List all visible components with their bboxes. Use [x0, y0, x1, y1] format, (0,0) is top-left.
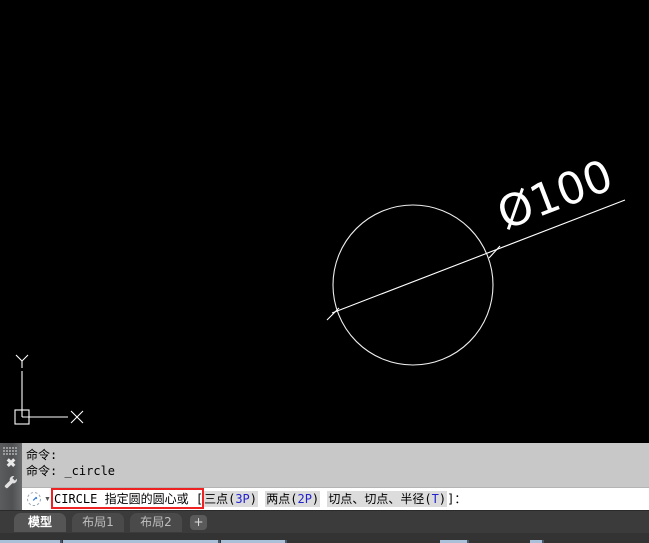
- dimension-tick-start: [326, 307, 340, 321]
- drawing-geometry: Ø100: [14, 150, 626, 425]
- ucs-y-label: [15, 354, 29, 368]
- close-icon[interactable]: ✖: [0, 456, 22, 470]
- add-layout-button[interactable]: +: [190, 515, 207, 530]
- circle-entity[interactable]: [332, 204, 494, 366]
- command-window-body[interactable]: 命令: 命令: _circle ▼ CIRCLE 指定圆的圆心或 [三点(3P)…: [22, 443, 649, 510]
- command-history-line: 命令:: [26, 448, 58, 462]
- status-bar[interactable]: [0, 533, 649, 543]
- command-option-ttr[interactable]: 切点、切点、半径(T): [327, 491, 448, 507]
- layout-tab-bar[interactable]: 模型 布局1 布局2 +: [0, 510, 649, 534]
- ucs-icon: [14, 354, 84, 425]
- command-prompt-label: 指定圆的圆心或: [104, 492, 189, 506]
- tab-layout1[interactable]: 布局1: [72, 513, 124, 532]
- tab-layout2[interactable]: 布局2: [130, 513, 182, 532]
- command-window[interactable]: ✖ 命令: 命令: _circle ▼ CIRCLE 指定圆的圆心或 [三点(3…: [0, 443, 649, 510]
- chevron-down-icon[interactable]: ▼: [43, 495, 52, 504]
- command-history[interactable]: 命令: 命令: _circle: [22, 443, 649, 487]
- bracket-open: [: [195, 492, 204, 506]
- wrench-icon[interactable]: [3, 474, 19, 490]
- circle-command-icon[interactable]: [25, 490, 43, 508]
- command-history-line: 命令: _circle: [26, 464, 116, 478]
- autocad-window: Ø100 ✖ 命令: 命令: _circle ▼ CIRCLE 指定圆的圆心或 …: [0, 0, 649, 543]
- command-window-gutter[interactable]: ✖: [0, 443, 22, 510]
- drawing-canvas[interactable]: Ø100: [0, 0, 649, 443]
- drag-grip-icon[interactable]: [3, 446, 19, 455]
- command-name: CIRCLE: [54, 492, 98, 506]
- ucs-x-label: [70, 410, 84, 424]
- dimension-line[interactable]: [331, 199, 626, 314]
- command-prompt-text[interactable]: CIRCLE 指定圆的圆心或 [三点(3P) 两点(2P) 切点、切点、半径(T…: [52, 490, 649, 508]
- bracket-close: ]：: [447, 492, 467, 506]
- command-option-3p[interactable]: 三点(3P): [203, 491, 258, 507]
- command-option-2p[interactable]: 两点(2P): [265, 491, 321, 507]
- command-input-row[interactable]: ▼ CIRCLE 指定圆的圆心或 [三点(3P) 两点(2P) 切点、切点、半径…: [22, 487, 649, 510]
- tab-model[interactable]: 模型: [14, 513, 66, 532]
